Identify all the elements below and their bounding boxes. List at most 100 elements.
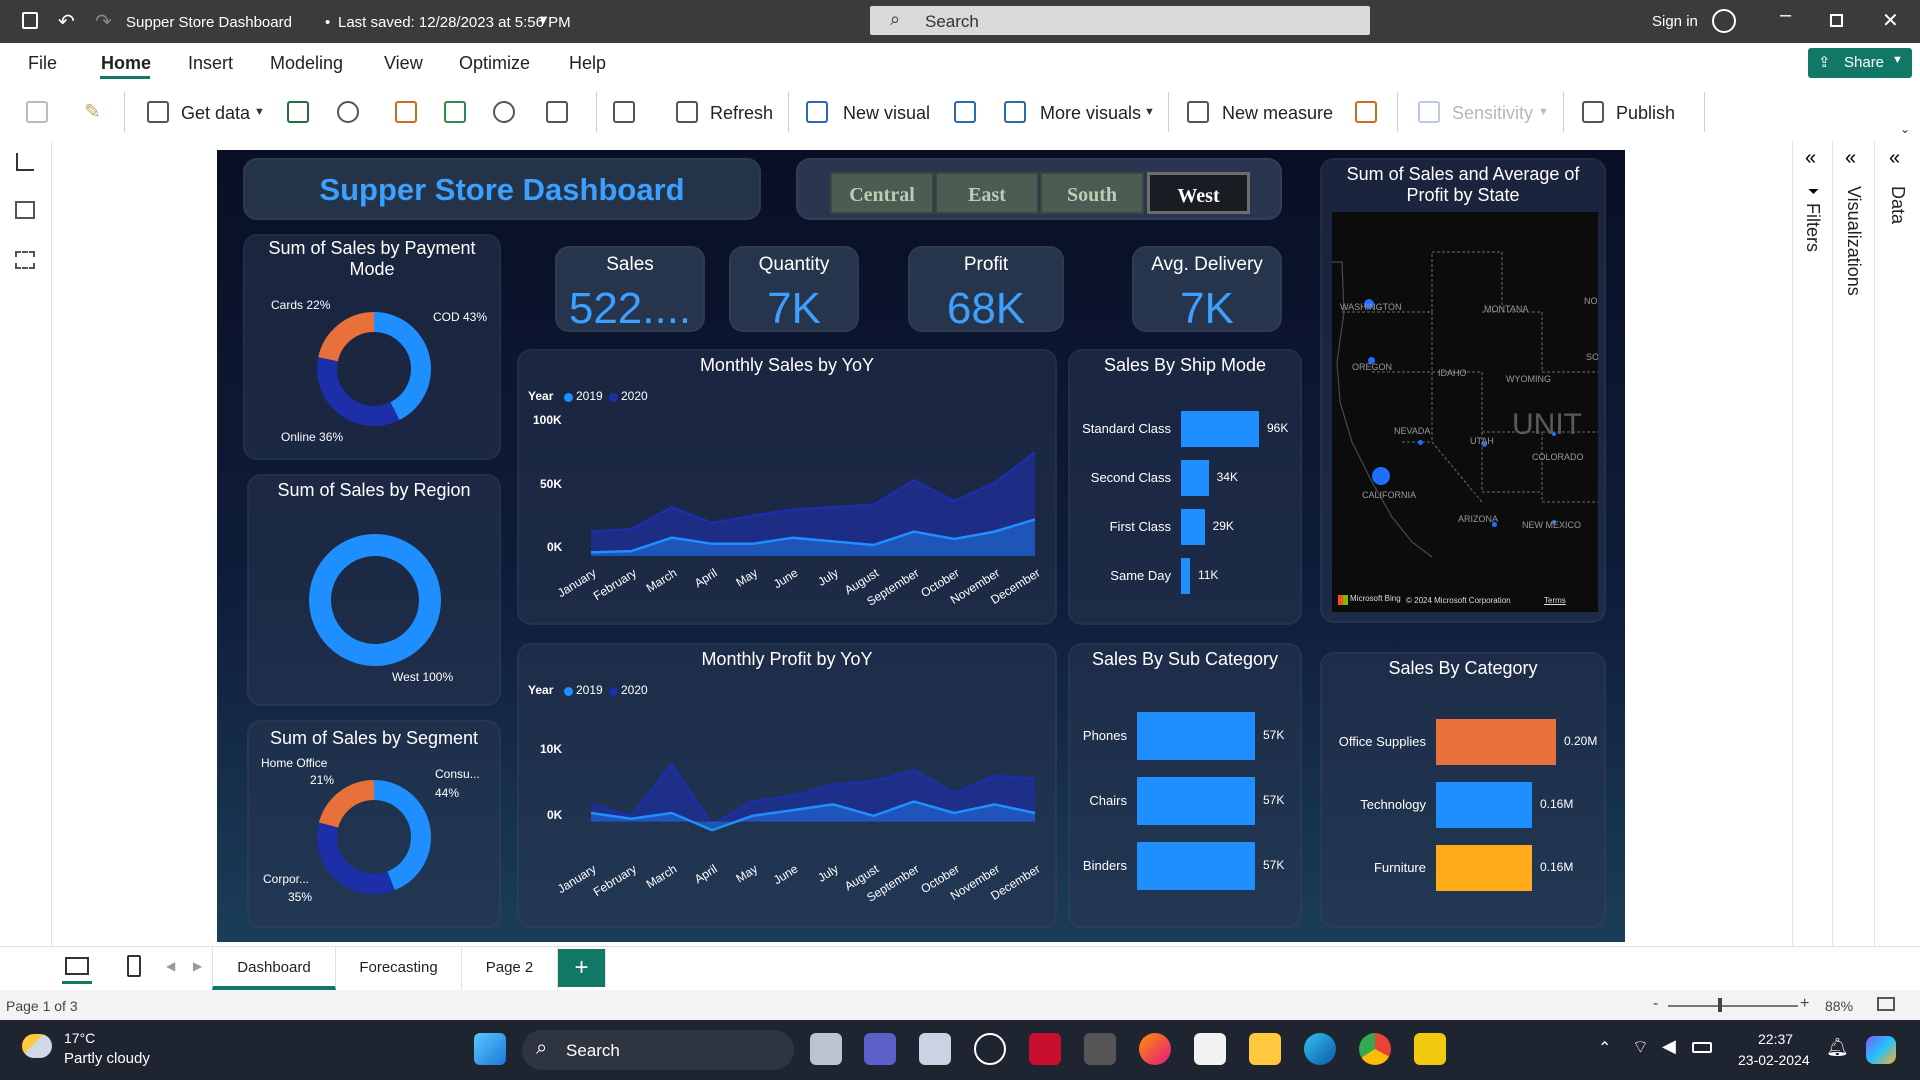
table-view-icon[interactable] <box>15 201 35 219</box>
bar[interactable] <box>1137 712 1255 760</box>
desktop-layout-icon[interactable] <box>65 957 89 975</box>
table-icon[interactable] <box>444 101 466 123</box>
bar[interactable] <box>1181 558 1190 594</box>
data-pane[interactable]: « Data <box>1874 141 1920 946</box>
collapse-icon[interactable]: « <box>1889 147 1900 170</box>
tab-dashboard[interactable]: Dashboard <box>212 946 336 990</box>
close-icon[interactable]: ✕ <box>1882 8 1899 33</box>
menu-help[interactable]: Help <box>569 53 606 74</box>
file-explorer-icon[interactable] <box>1249 1033 1281 1065</box>
bar[interactable] <box>1436 782 1532 828</box>
chevron-down-icon[interactable]: ▼ <box>254 106 265 118</box>
tab-page-2[interactable]: Page 2 <box>462 946 558 990</box>
slicer-central[interactable]: Central <box>830 172 934 214</box>
model-view-icon[interactable] <box>15 251 35 269</box>
maximize-icon[interactable] <box>1830 14 1843 27</box>
battery-icon[interactable] <box>1692 1042 1712 1053</box>
dataverse-icon[interactable] <box>395 101 417 123</box>
account-icon[interactable] <box>1712 9 1736 33</box>
menu-insert[interactable]: Insert <box>188 53 233 74</box>
teams-icon[interactable] <box>864 1033 896 1065</box>
filters-pane[interactable]: « ⏷ Filters <box>1792 141 1832 946</box>
format-painter-icon[interactable]: ✎ <box>84 99 101 124</box>
get-data-button[interactable]: Get data <box>181 103 250 124</box>
quick-measure-icon[interactable] <box>1355 101 1377 123</box>
refresh-button[interactable]: Refresh <box>710 103 773 124</box>
publish-button[interactable]: Publish <box>1616 103 1675 124</box>
zoom-out-icon[interactable]: - <box>1653 995 1658 1013</box>
search-box[interactable]: ⌕ Search <box>522 1030 794 1070</box>
dell-icon[interactable] <box>974 1033 1006 1065</box>
zoom-slider-thumb[interactable] <box>1718 998 1722 1012</box>
copilot-icon[interactable] <box>1866 1036 1896 1064</box>
report-view-icon[interactable] <box>16 153 34 171</box>
bar[interactable] <box>1181 509 1205 545</box>
new-measure-button[interactable]: New measure <box>1222 103 1333 124</box>
power-bi-icon[interactable] <box>1414 1033 1446 1065</box>
prev-page-icon[interactable]: ◀ <box>166 959 175 973</box>
next-page-icon[interactable]: ▶ <box>193 959 202 973</box>
minimize-icon[interactable]: – <box>1780 4 1791 27</box>
clock-date[interactable]: 23-02-2024 <box>1738 1052 1810 1068</box>
collapse-icon[interactable]: « <box>1845 147 1856 170</box>
chrome-icon[interactable] <box>1359 1033 1391 1065</box>
chevron-down-icon[interactable]: ▼ <box>1144 106 1155 118</box>
wifi-icon[interactable]: ⌔ <box>1632 1036 1649 1059</box>
task-view-icon[interactable] <box>810 1033 842 1065</box>
windows-start-icon[interactable] <box>474 1033 506 1065</box>
menu-file[interactable]: File <box>28 53 57 74</box>
sign-in-link[interactable]: Sign in <box>1652 13 1698 30</box>
fit-page-icon[interactable] <box>1877 997 1895 1011</box>
new-visual-button[interactable]: New visual <box>843 103 930 124</box>
chevron-down-icon[interactable]: ▼ <box>537 12 550 27</box>
new-visual-icon[interactable] <box>806 101 828 123</box>
more-visuals-button[interactable]: More visuals <box>1040 103 1141 124</box>
notification-bell-icon[interactable]: 🔔︎ <box>1826 1037 1849 1058</box>
zoom-slider[interactable] <box>1668 1005 1798 1007</box>
bar[interactable] <box>1181 411 1259 447</box>
bar[interactable] <box>1436 845 1532 891</box>
refresh-icon[interactable] <box>676 101 698 123</box>
menu-modeling[interactable]: Modeling <box>270 53 343 74</box>
recent-sources-icon[interactable] <box>493 101 515 123</box>
visualizations-pane[interactable]: « Visualizations <box>1832 141 1874 946</box>
onelake-icon[interactable] <box>337 101 359 123</box>
text-box-icon[interactable] <box>954 101 976 123</box>
search-box[interactable]: ⌕ Search <box>870 6 1370 35</box>
calculator-icon[interactable] <box>1187 101 1209 123</box>
add-page-button[interactable]: + <box>558 949 606 987</box>
menu-view[interactable]: View <box>384 53 423 74</box>
file-icon[interactable] <box>919 1033 951 1065</box>
bar[interactable] <box>1436 719 1556 765</box>
publish-icon[interactable] <box>1582 101 1604 123</box>
excel-icon[interactable] <box>287 101 309 123</box>
undo-icon[interactable]: ↶ <box>58 9 75 34</box>
yahoo-icon[interactable] <box>1084 1033 1116 1065</box>
edge-icon[interactable] <box>1304 1033 1336 1065</box>
zoom-in-icon[interactable]: + <box>1800 995 1809 1013</box>
database-icon[interactable] <box>147 101 169 123</box>
redo-icon[interactable]: ↷ <box>95 9 112 34</box>
transform-data-icon[interactable] <box>546 101 568 123</box>
map-area[interactable]: WASHINGTON MONTANA OREGON IDAHO WYOMING … <box>1332 212 1598 612</box>
firefox-icon[interactable] <box>1139 1033 1171 1065</box>
transform-icon[interactable] <box>613 101 635 123</box>
collapse-icon[interactable]: « <box>1805 147 1816 170</box>
slicer-west[interactable]: West <box>1147 172 1250 214</box>
map-terms-link[interactable]: Terms <box>1544 596 1566 605</box>
store-icon[interactable] <box>1194 1033 1226 1065</box>
save-icon[interactable] <box>22 12 38 29</box>
chevron-up-icon[interactable]: ⌃ <box>1598 1038 1611 1058</box>
share-button[interactable]: ⇪ Share ▼ <box>1808 48 1912 78</box>
menu-optimize[interactable]: Optimize <box>459 53 530 74</box>
bar[interactable] <box>1137 777 1255 825</box>
more-visuals-icon[interactable] <box>1004 101 1026 123</box>
paste-icon[interactable] <box>26 101 48 123</box>
tab-forecasting[interactable]: Forecasting <box>336 946 462 990</box>
chevron-down-icon[interactable]: ⌄ <box>1900 122 1910 136</box>
bar[interactable] <box>1181 460 1209 496</box>
weather-icon[interactable] <box>22 1034 52 1058</box>
volume-icon[interactable]: ◀ <box>1662 1036 1676 1057</box>
slicer-south[interactable]: South <box>1040 172 1144 214</box>
bar[interactable] <box>1137 842 1255 890</box>
